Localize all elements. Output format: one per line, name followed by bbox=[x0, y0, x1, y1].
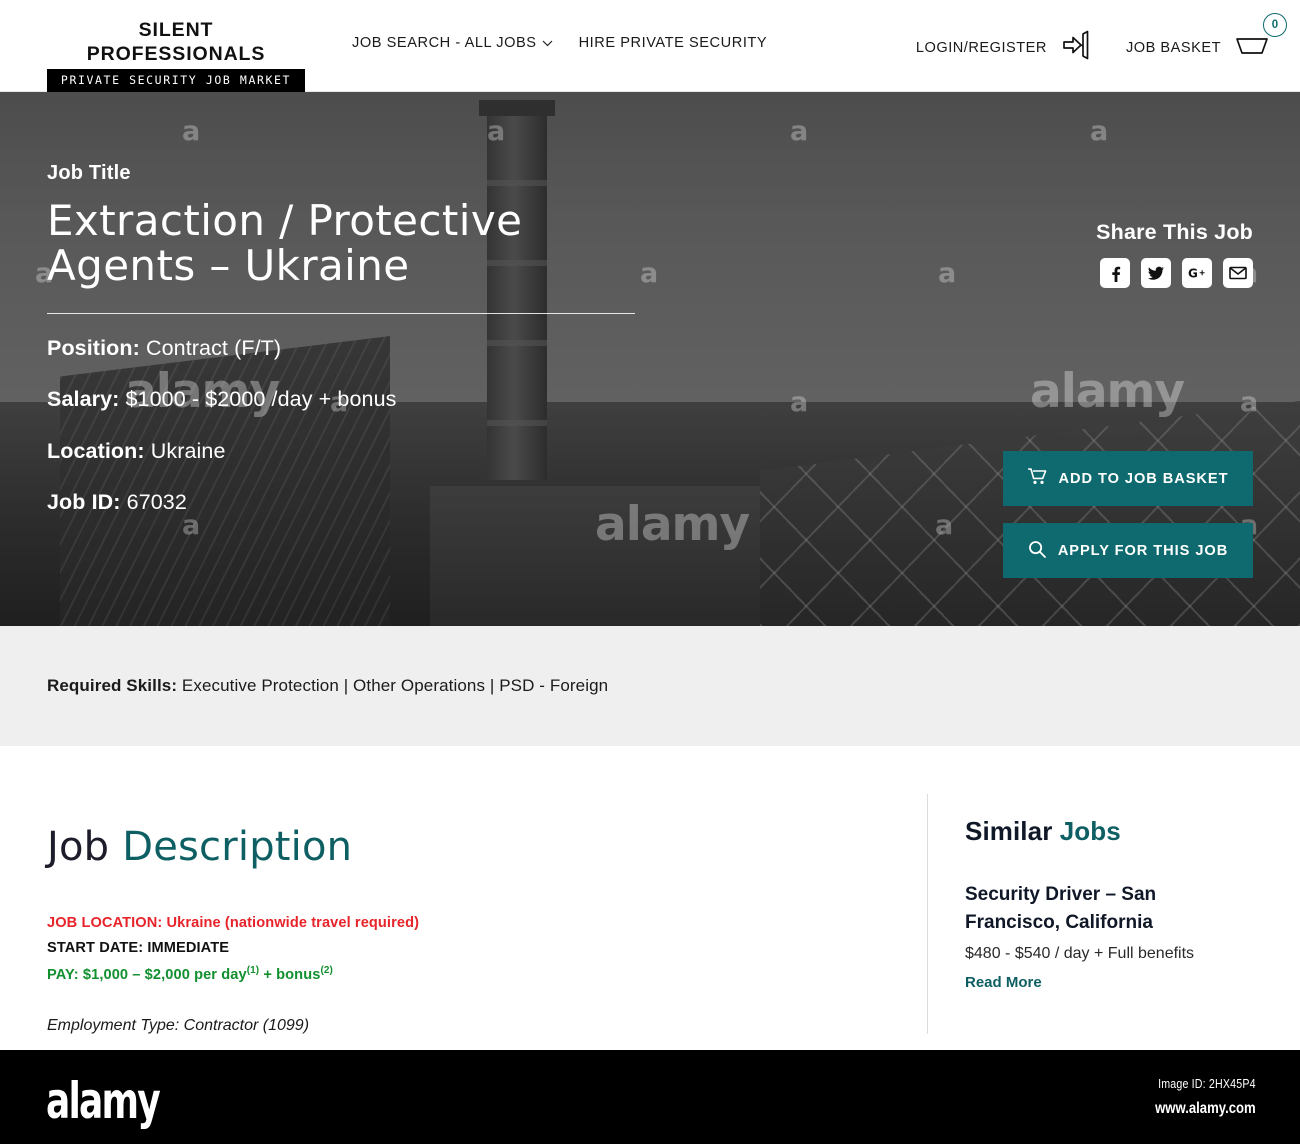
pay-sup-2: (2) bbox=[320, 965, 333, 976]
share-title: Share This Job bbox=[1096, 220, 1253, 244]
site-header: SILENT PROFESSIONALS PRIVATE SECURITY JO… bbox=[0, 0, 1300, 92]
basket-icon: 0 bbox=[1232, 13, 1287, 65]
job-meta-salary-value: $1000 - $2000 /day + bonus bbox=[125, 387, 397, 412]
page-content: Job Description JOB LOCATION: Ukraine (n… bbox=[0, 746, 1300, 1035]
hero-action-buttons: ADD TO JOB BASKET APPLY FOR THIS JOB bbox=[1003, 451, 1253, 578]
add-to-job-basket-button[interactable]: ADD TO JOB BASKET bbox=[1003, 451, 1253, 506]
login-register-label: LOGIN/REGISTER bbox=[915, 39, 1047, 56]
jd-heading-part1: Job bbox=[47, 824, 123, 870]
job-description-body: JOB LOCATION: Ukraine (nationwide travel… bbox=[47, 915, 927, 1035]
start-date-line: START DATE: IMMEDIATE bbox=[47, 940, 230, 956]
job-hero: a a a a a a a a a a a a a a alamy alamy … bbox=[0, 92, 1300, 626]
site-logo[interactable]: SILENT PROFESSIONALS PRIVATE SECURITY JO… bbox=[47, 18, 305, 92]
read-more-link[interactable]: Read More bbox=[965, 974, 1247, 991]
required-skills-label: Required Skills: bbox=[47, 676, 178, 695]
share-icon-row: G bbox=[1096, 258, 1253, 288]
basket-count-badge: 0 bbox=[1263, 13, 1287, 37]
cart-icon bbox=[1027, 468, 1047, 489]
svg-text:G: G bbox=[1188, 267, 1198, 281]
apply-for-this-job-label: APPLY FOR THIS JOB bbox=[1057, 542, 1229, 559]
list-item: Security Driver – San Francisco, Califor… bbox=[965, 881, 1247, 991]
login-register-link[interactable]: LOGIN/REGISTER bbox=[916, 28, 1092, 67]
job-description-heading: Job Description bbox=[47, 824, 927, 870]
apply-for-this-job-button[interactable]: APPLY FOR THIS JOB bbox=[1003, 523, 1253, 578]
job-meta-jobid-value: 67032 bbox=[126, 490, 187, 515]
job-meta-jobid-key: Job ID: bbox=[47, 490, 121, 515]
required-skills-value: Executive Protection | Other Operations … bbox=[177, 676, 609, 695]
page-title: Extraction / Protective Agents – Ukraine bbox=[47, 196, 523, 290]
job-meta-position-value: Contract (F/T) bbox=[145, 335, 282, 360]
alamy-footer-info: Image ID: 2HX45P4 www.alamy.com bbox=[1133, 1076, 1256, 1118]
title-divider bbox=[47, 312, 635, 314]
job-meta-salary: Salary: $1000 - $2000 /day + bonus bbox=[47, 389, 1253, 411]
pay-sup-1: (1) bbox=[246, 965, 260, 976]
pay-line-main: PAY: $1,000 – $2,000 per day bbox=[47, 966, 247, 983]
similar-jobs-heading: Similar Jobs bbox=[965, 816, 1247, 847]
nav-item-job-search-label: JOB SEARCH - ALL JOBS bbox=[352, 35, 537, 51]
google-plus-icon[interactable]: G bbox=[1182, 258, 1212, 288]
header-actions: LOGIN/REGISTER JOB BASKET 0 bbox=[916, 13, 1287, 67]
nav-item-hire-label: HIRE PRIVATE SECURITY bbox=[578, 35, 768, 51]
page-root: SILENT PROFESSIONALS PRIVATE SECURITY JO… bbox=[0, 0, 1300, 1144]
logo-tagline: PRIVATE SECURITY JOB MARKET bbox=[47, 69, 305, 92]
job-meta-salary-key: Salary: bbox=[47, 387, 120, 412]
job-meta-location-key: Location: bbox=[47, 438, 145, 463]
primary-nav: JOB SEARCH - ALL JOBS HIRE PRIVATE SECUR… bbox=[352, 35, 767, 51]
required-skills-text: Required Skills: Executive Protection | … bbox=[47, 676, 608, 696]
job-meta-position-key: Position: bbox=[47, 335, 140, 360]
facebook-icon[interactable] bbox=[1100, 258, 1130, 288]
job-meta-location-value: Ukraine bbox=[150, 438, 226, 463]
logo-brand-name: SILENT PROFESSIONALS bbox=[86, 19, 266, 65]
sj-heading-part2: Jobs bbox=[1059, 816, 1121, 846]
job-description-column: Job Description JOB LOCATION: Ukraine (n… bbox=[47, 746, 927, 1035]
search-icon bbox=[1028, 540, 1046, 562]
email-icon[interactable] bbox=[1223, 258, 1253, 288]
similar-job-title[interactable]: Security Driver – San Francisco, Califor… bbox=[965, 881, 1247, 937]
alamy-watermark-footer: alamy Image ID: 2HX45P4 www.alamy.com bbox=[0, 1050, 1300, 1144]
add-to-job-basket-label: ADD TO JOB BASKET bbox=[1058, 470, 1229, 487]
employment-type-line: Employment Type: Contractor (1099) bbox=[47, 1016, 310, 1034]
nav-item-hire-private-security[interactable]: HIRE PRIVATE SECURITY bbox=[579, 35, 768, 51]
pay-line-mid: + bonus bbox=[259, 966, 321, 983]
pay-line: PAY: $1,000 – $2,000 per day(1) + bonus(… bbox=[47, 965, 927, 983]
job-location-line: JOB LOCATION: Ukraine (nationwide travel… bbox=[47, 915, 420, 931]
alamy-logo: alamy bbox=[46, 1072, 161, 1130]
share-this-job: Share This Job G bbox=[1096, 220, 1253, 288]
chevron-down-icon bbox=[542, 39, 553, 50]
nav-item-job-search[interactable]: JOB SEARCH - ALL JOBS bbox=[352, 35, 553, 51]
jd-heading-part2: Description bbox=[122, 824, 353, 870]
job-meta-position: Position: Contract (F/T) bbox=[47, 335, 1253, 360]
login-door-icon bbox=[1058, 28, 1092, 67]
job-title-label: Job Title bbox=[47, 162, 131, 184]
alamy-url: www.alamy.com bbox=[1155, 1100, 1256, 1117]
job-basket-link[interactable]: JOB BASKET 0 bbox=[1125, 13, 1287, 65]
job-basket-label: JOB BASKET bbox=[1125, 39, 1221, 56]
alamy-image-id: Image ID: 2HX45P4 bbox=[1158, 1076, 1256, 1091]
similar-job-pay: $480 - $540 / day + Full benefits bbox=[965, 945, 1195, 963]
twitter-icon[interactable] bbox=[1141, 258, 1171, 288]
similar-jobs-column: Similar Jobs Security Driver – San Franc… bbox=[927, 746, 1247, 1035]
required-skills-bar: Required Skills: Executive Protection | … bbox=[0, 626, 1300, 746]
sj-heading-part1: Similar bbox=[965, 816, 1060, 846]
